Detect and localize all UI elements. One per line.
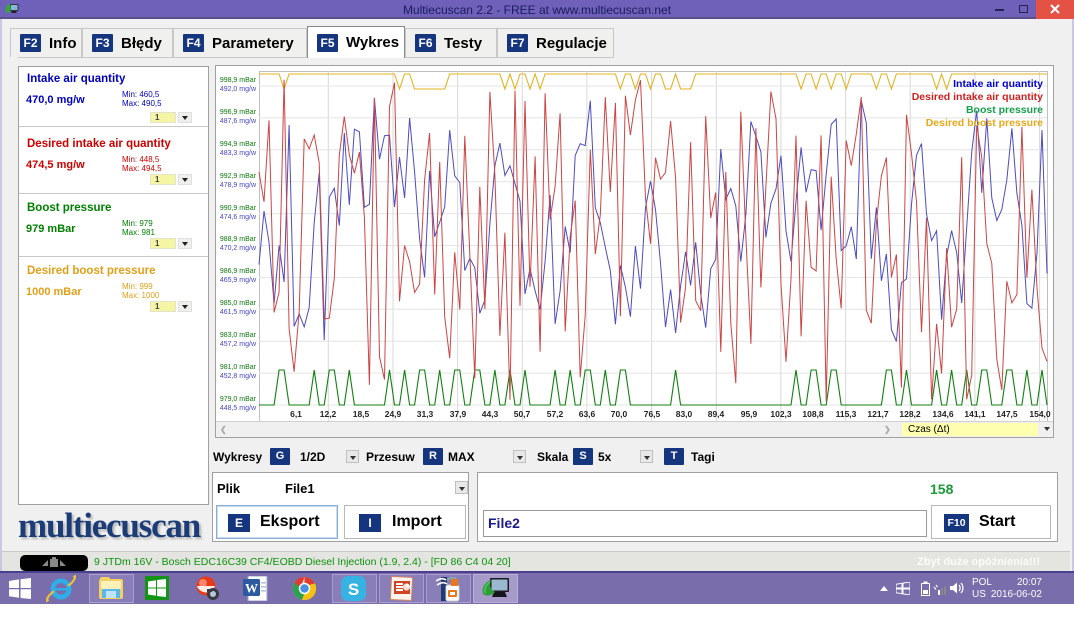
svg-text:W: W (245, 581, 258, 596)
svg-text:S: S (348, 580, 359, 599)
